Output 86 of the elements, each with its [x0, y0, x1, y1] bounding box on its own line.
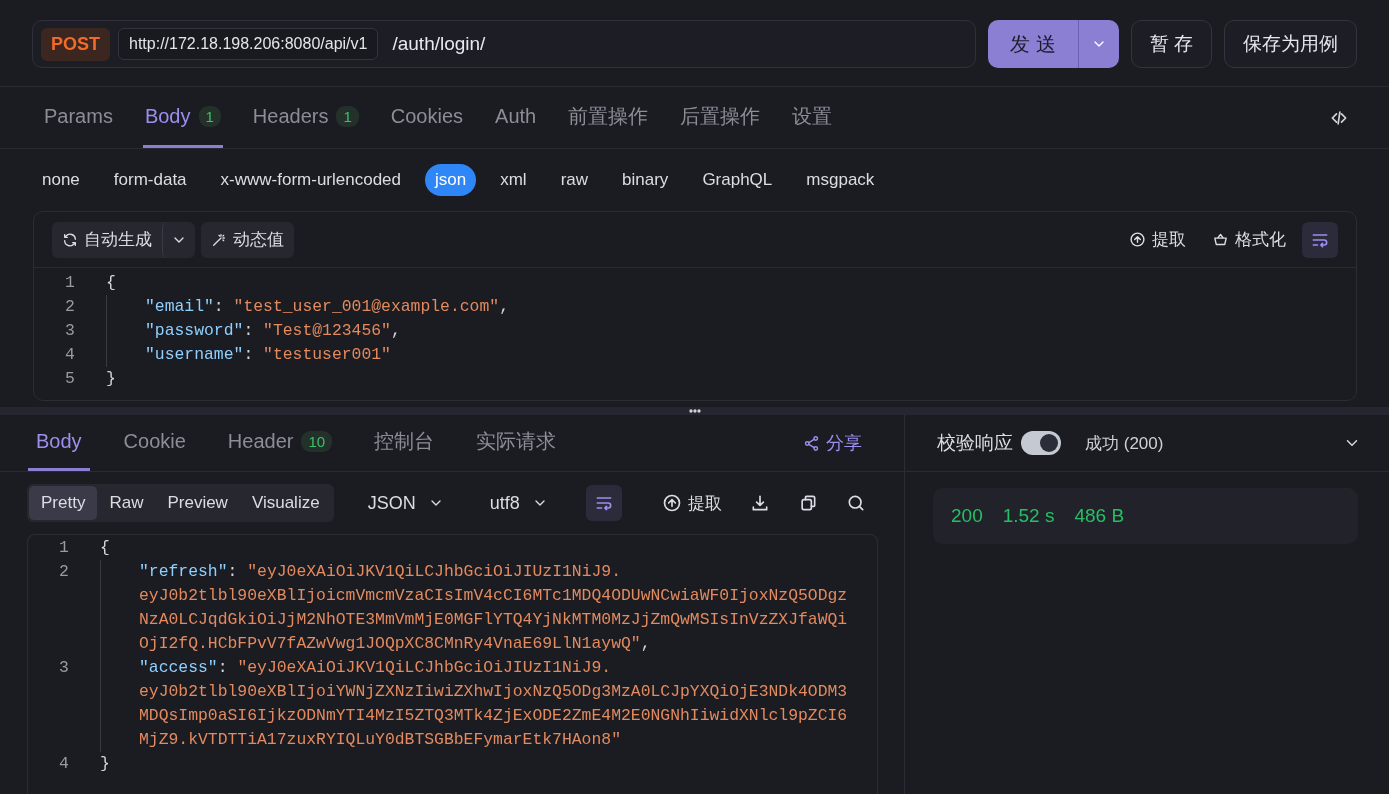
code-line: OjI2fQ.HCbFPvV7fAZwVwg1JOQpXC8CMnRy4VnaE69LlN1aywQ", — [139, 633, 651, 655]
validation-result: 成功 (200) — [1085, 432, 1164, 455]
share-button[interactable]: 分享 — [797, 430, 868, 456]
request-tab[interactable]: Headers 1 — [250, 87, 361, 148]
view-mode-option[interactable]: Raw — [97, 486, 156, 520]
upload-circle-icon — [1129, 231, 1146, 248]
request-tab[interactable]: Cookies — [388, 87, 466, 148]
body-type-option[interactable]: xml — [490, 164, 537, 196]
dynamic-value-button[interactable]: 动态值 — [201, 221, 294, 258]
request-body-editor[interactable]: 自动生成 动态值 提取 格式化 1 { 2 "email": "test_user_001@example.com", 3 "password": "Test@123456", 4 "username": "testuser001" 5 } — [33, 211, 1357, 401]
validate-label: 校验响应 — [937, 431, 1013, 455]
copy-icon — [798, 493, 818, 513]
code-line: "refresh": "eyJ0eXAiOiJKV1QiLCJhbGciOiJIUzI1NiJ9. — [139, 561, 621, 583]
line-number: 4 — [64, 344, 76, 366]
code-line: NzA0LCJqdGkiOiJjM2NhOTE3MmVmMjE0MGFlYTQ4YjNkMTM0MzJjZmQwMSIsInVzZXJfaWQi — [139, 609, 848, 631]
body-type-option[interactable]: none — [32, 164, 90, 196]
request-tab[interactable]: 后置操作 — [678, 87, 763, 148]
save-case-button[interactable]: 保存为用例 — [1224, 20, 1357, 68]
search-icon — [846, 493, 866, 513]
request-tab[interactable]: 前置操作 — [566, 87, 651, 148]
code-line: "email": "test_user_001@example.com", — [145, 296, 509, 318]
magic-wand-icon — [211, 231, 227, 248]
base-url-select[interactable]: http://172.18.198.206:8080/api/v1 — [118, 28, 379, 60]
body-type-option[interactable]: binary — [612, 164, 679, 196]
response-time: 1.52 s — [1002, 505, 1055, 527]
response-tab[interactable]: Header 10 — [219, 415, 341, 471]
code-line: "password": "Test@123456", — [145, 320, 401, 342]
request-tab[interactable]: Body 1 — [142, 87, 223, 148]
wrap-toggle[interactable] — [1302, 221, 1338, 258]
refresh-icon — [62, 231, 78, 248]
encoding-select[interactable]: utf8 — [477, 492, 560, 514]
request-tab[interactable]: 设置 — [790, 87, 835, 148]
code-line: { — [106, 272, 116, 294]
count-badge: 1 — [198, 105, 221, 127]
request-tab[interactable]: Params — [42, 87, 115, 148]
response-tab[interactable]: Body — [28, 415, 90, 471]
line-number: 4 — [58, 753, 70, 775]
code-line: eyJ0b2tlbl90eXBlIjoiYWNjZXNzIiwiZXhwIjoxNzQ5ODg3MzA0LCJpYXQiOjE3NDk4ODM3 — [139, 681, 848, 703]
view-mode-option[interactable]: Preview — [155, 486, 240, 520]
path-text: /auth/login/ — [392, 33, 486, 55]
code-line: eyJ0b2tlbl90eXBlIjoicmVmcmVzaCIsImV4cCI6MTc1MDQ4ODUwNCwiaWF0IjoxNzQ5ODgz — [139, 585, 848, 607]
body-type-option[interactable]: json — [425, 164, 477, 196]
line-number: 3 — [64, 320, 76, 342]
format-button[interactable]: 格式化 — [1202, 228, 1296, 251]
wrap-toggle[interactable] — [585, 485, 622, 521]
download-icon — [750, 493, 770, 513]
body-type-option[interactable]: msgpack — [796, 164, 885, 196]
response-tab[interactable]: Cookie — [115, 415, 194, 471]
response-tab[interactable]: 控制台 — [366, 415, 443, 471]
code-line: "username": "testuser001" — [145, 344, 391, 366]
view-mode-option[interactable]: Visualize — [239, 486, 332, 520]
count-badge: 1 — [336, 105, 359, 127]
status-code: 200 — [951, 505, 983, 527]
code-line: MDQsImp0aSI6IjkzODNmYTI4MzI5ZTQ3MTk4ZjExODE2ZmE4M2E0NGNhIiwidXNlcl9pZCI6 — [139, 705, 848, 727]
basket-icon — [1212, 231, 1229, 248]
extract-button[interactable]: 提取 — [1119, 228, 1196, 251]
share-icon — [803, 434, 820, 452]
format-select[interactable]: JSON — [355, 492, 456, 514]
send-button[interactable]: 发 送 — [988, 20, 1078, 68]
line-number: 2 — [64, 296, 76, 318]
method-select[interactable]: POST — [41, 27, 110, 61]
count-badge: 10 — [301, 431, 333, 452]
body-type-option[interactable]: form-data — [103, 164, 197, 196]
url-field[interactable]: POST http://172.18.198.206:8080/api/v1 /auth/login/ — [32, 20, 977, 68]
request-tab[interactable]: Auth — [493, 87, 539, 148]
body-type-option[interactable]: GraphQL — [692, 164, 783, 196]
auto-generate-button[interactable]: 自动生成 — [52, 221, 162, 258]
line-number: 5 — [64, 368, 76, 390]
code-line: } — [100, 753, 110, 775]
code-line: MjZ9.kVTDTTiA17zuxRYIQLuY0dBTSGBbEFymarEtk7HAon8" — [139, 729, 621, 751]
response-tab[interactable]: 实际请求 — [468, 415, 565, 471]
line-number: 1 — [58, 537, 70, 559]
body-type-option[interactable]: raw — [550, 164, 599, 196]
line-number: 2 — [58, 561, 70, 583]
response-size: 486 B — [1074, 505, 1125, 527]
extract-button[interactable]: 提取 — [652, 491, 732, 515]
code-line: { — [100, 537, 110, 559]
save-draft-button[interactable]: 暂 存 — [1130, 20, 1212, 68]
code-line: "access": "eyJ0eXAiOiJKV1QiLCJhbGciOiJIUzI1NiJ9. — [139, 657, 612, 679]
line-number: 3 — [58, 657, 70, 679]
upload-circle-icon — [662, 493, 682, 513]
code-line: } — [106, 368, 116, 390]
line-number: 1 — [64, 272, 76, 294]
view-mode-option[interactable]: Pretty — [29, 486, 98, 520]
validate-toggle[interactable] — [1021, 431, 1061, 455]
body-type-option[interactable]: x-www-form-urlencoded — [210, 164, 411, 196]
